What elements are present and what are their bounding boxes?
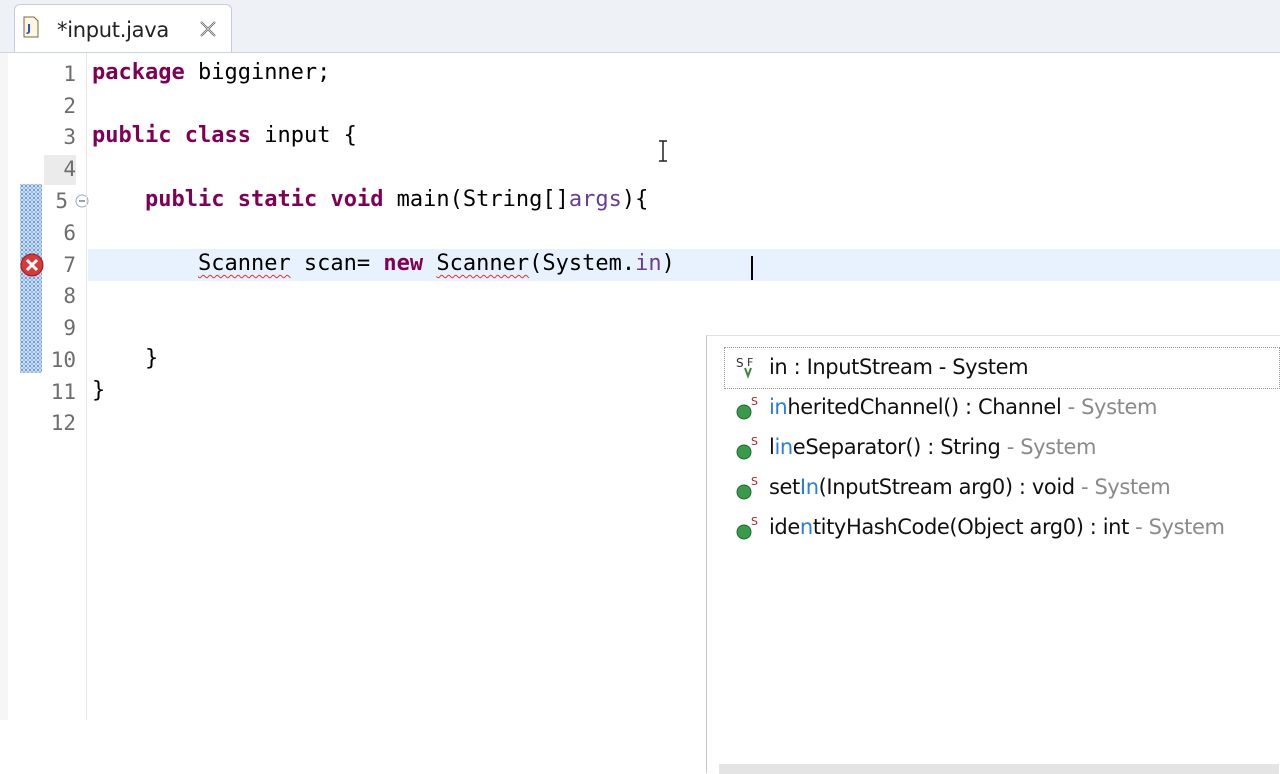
- line-number: 11: [50, 380, 76, 404]
- code-text: }: [92, 378, 106, 403]
- proposal-item[interactable]: S lineSeparator() : String - System: [725, 428, 1279, 468]
- proposal-item[interactable]: S setIn(InputStream arg0) : void - Syste…: [725, 468, 1279, 508]
- keyword: public: [92, 123, 172, 148]
- svg-text:S: S: [736, 356, 744, 370]
- code-editor[interactable]: 1 2 3 4 5 6 7 8 9 10 11 12 package biggi…: [0, 53, 1280, 774]
- code-text: ): [661, 251, 675, 276]
- svg-text:S: S: [751, 515, 758, 528]
- svg-text:S: S: [751, 435, 758, 448]
- proposal-match: n: [799, 515, 813, 539]
- keyword: class: [184, 123, 251, 148]
- svg-text:S: S: [751, 395, 758, 408]
- line-number: 2: [63, 94, 76, 118]
- code-line-11: }: [92, 378, 105, 403]
- text-caret: [751, 256, 753, 280]
- close-icon[interactable]: [197, 18, 219, 40]
- proposal-qualifier: - System: [1067, 395, 1158, 419]
- static-method-icon: S: [736, 435, 758, 460]
- static-method-icon: S: [736, 475, 758, 500]
- line-number: 9: [63, 316, 76, 340]
- ibeam-cursor-icon: [659, 140, 667, 162]
- line-number: 1: [63, 62, 76, 86]
- static-field-icon: S F: [736, 356, 753, 379]
- proposal-text: eSeparator() : String: [792, 435, 1007, 459]
- code-line-7: Scanner scan= new Scanner(System.in): [92, 251, 675, 276]
- proposal-text: set: [769, 475, 800, 499]
- proposal-qualifier: - System: [1081, 475, 1171, 499]
- unresolved-type: Scanner: [436, 251, 530, 276]
- code-line-3: public class input {: [92, 123, 357, 148]
- proposal-qualifier: - System: [1006, 435, 1097, 459]
- proposal-match: In: [799, 475, 819, 499]
- parameter: args: [568, 187, 622, 212]
- line-number: 6: [63, 221, 76, 245]
- content-assist-popup[interactable]: S F in : InputStream - System S inherite…: [706, 335, 1280, 774]
- static-method-icon: S: [736, 395, 758, 420]
- code-text: bigginner;: [184, 60, 331, 85]
- line-number-gutter: 1 2 3 4 5 6 7 8 9 10 11 12: [8, 53, 89, 720]
- line-number: 4: [63, 157, 76, 181]
- code-line-10: }: [92, 346, 158, 371]
- proposal-item[interactable]: S inheritedChannel() : Channel - System: [725, 388, 1279, 428]
- proposal-text: heritedChannel() : Channel: [787, 395, 1068, 419]
- line-number: 8: [63, 284, 76, 308]
- static-method-icon: S: [736, 515, 758, 540]
- overview-ruler: [0, 53, 8, 720]
- horizontal-scrollbar[interactable]: [719, 764, 1279, 774]
- svg-text:S: S: [751, 475, 758, 488]
- proposal-item[interactable]: S identityHashCode(Object arg0) : int - …: [725, 508, 1279, 548]
- proposal-text: ide: [769, 515, 800, 539]
- code-line-5: public static void main(String[]args){: [92, 187, 648, 212]
- keyword: public: [144, 187, 225, 212]
- proposal-match: in: [769, 395, 788, 419]
- code-line-1: package bigginner;: [92, 60, 330, 85]
- svg-text:F: F: [747, 356, 753, 369]
- line-number: 12: [50, 411, 76, 435]
- gutter-separator: [86, 53, 87, 720]
- tab-title: *input.java: [57, 18, 169, 42]
- line-number: 7: [63, 253, 76, 277]
- keyword: static: [237, 187, 318, 212]
- line-number: 5: [55, 189, 68, 213]
- proposal-item[interactable]: S F in : InputStream - System: [724, 347, 1280, 389]
- code-text: }: [144, 346, 159, 371]
- code-text: main(String[]: [383, 187, 569, 212]
- keyword: package: [92, 60, 185, 85]
- proposal-text: tityHashCode(Object arg0) : int: [812, 515, 1136, 539]
- static-field: in: [635, 251, 662, 276]
- tab-input-java[interactable]: J *input.java: [14, 4, 232, 52]
- proposal-qualifier: - System: [1135, 515, 1225, 539]
- editor-tab-bar: J *input.java: [0, 0, 1280, 53]
- java-file-icon: J: [23, 16, 39, 38]
- line-number: 10: [50, 348, 76, 372]
- code-text: scan=: [290, 251, 384, 276]
- code-text: input {: [250, 123, 357, 148]
- svg-text:J: J: [26, 22, 31, 35]
- proposal-text: (InputStream arg0) : void: [818, 475, 1081, 499]
- keyword: void: [330, 187, 384, 212]
- unresolved-type: Scanner: [197, 251, 291, 276]
- proposal-match: in: [774, 435, 793, 459]
- line-number: 3: [63, 125, 76, 149]
- code-text: ){: [621, 187, 649, 212]
- keyword: new: [383, 251, 424, 276]
- code-text: (System.: [529, 251, 636, 276]
- proposal-text: in : InputStream - System: [769, 355, 1029, 379]
